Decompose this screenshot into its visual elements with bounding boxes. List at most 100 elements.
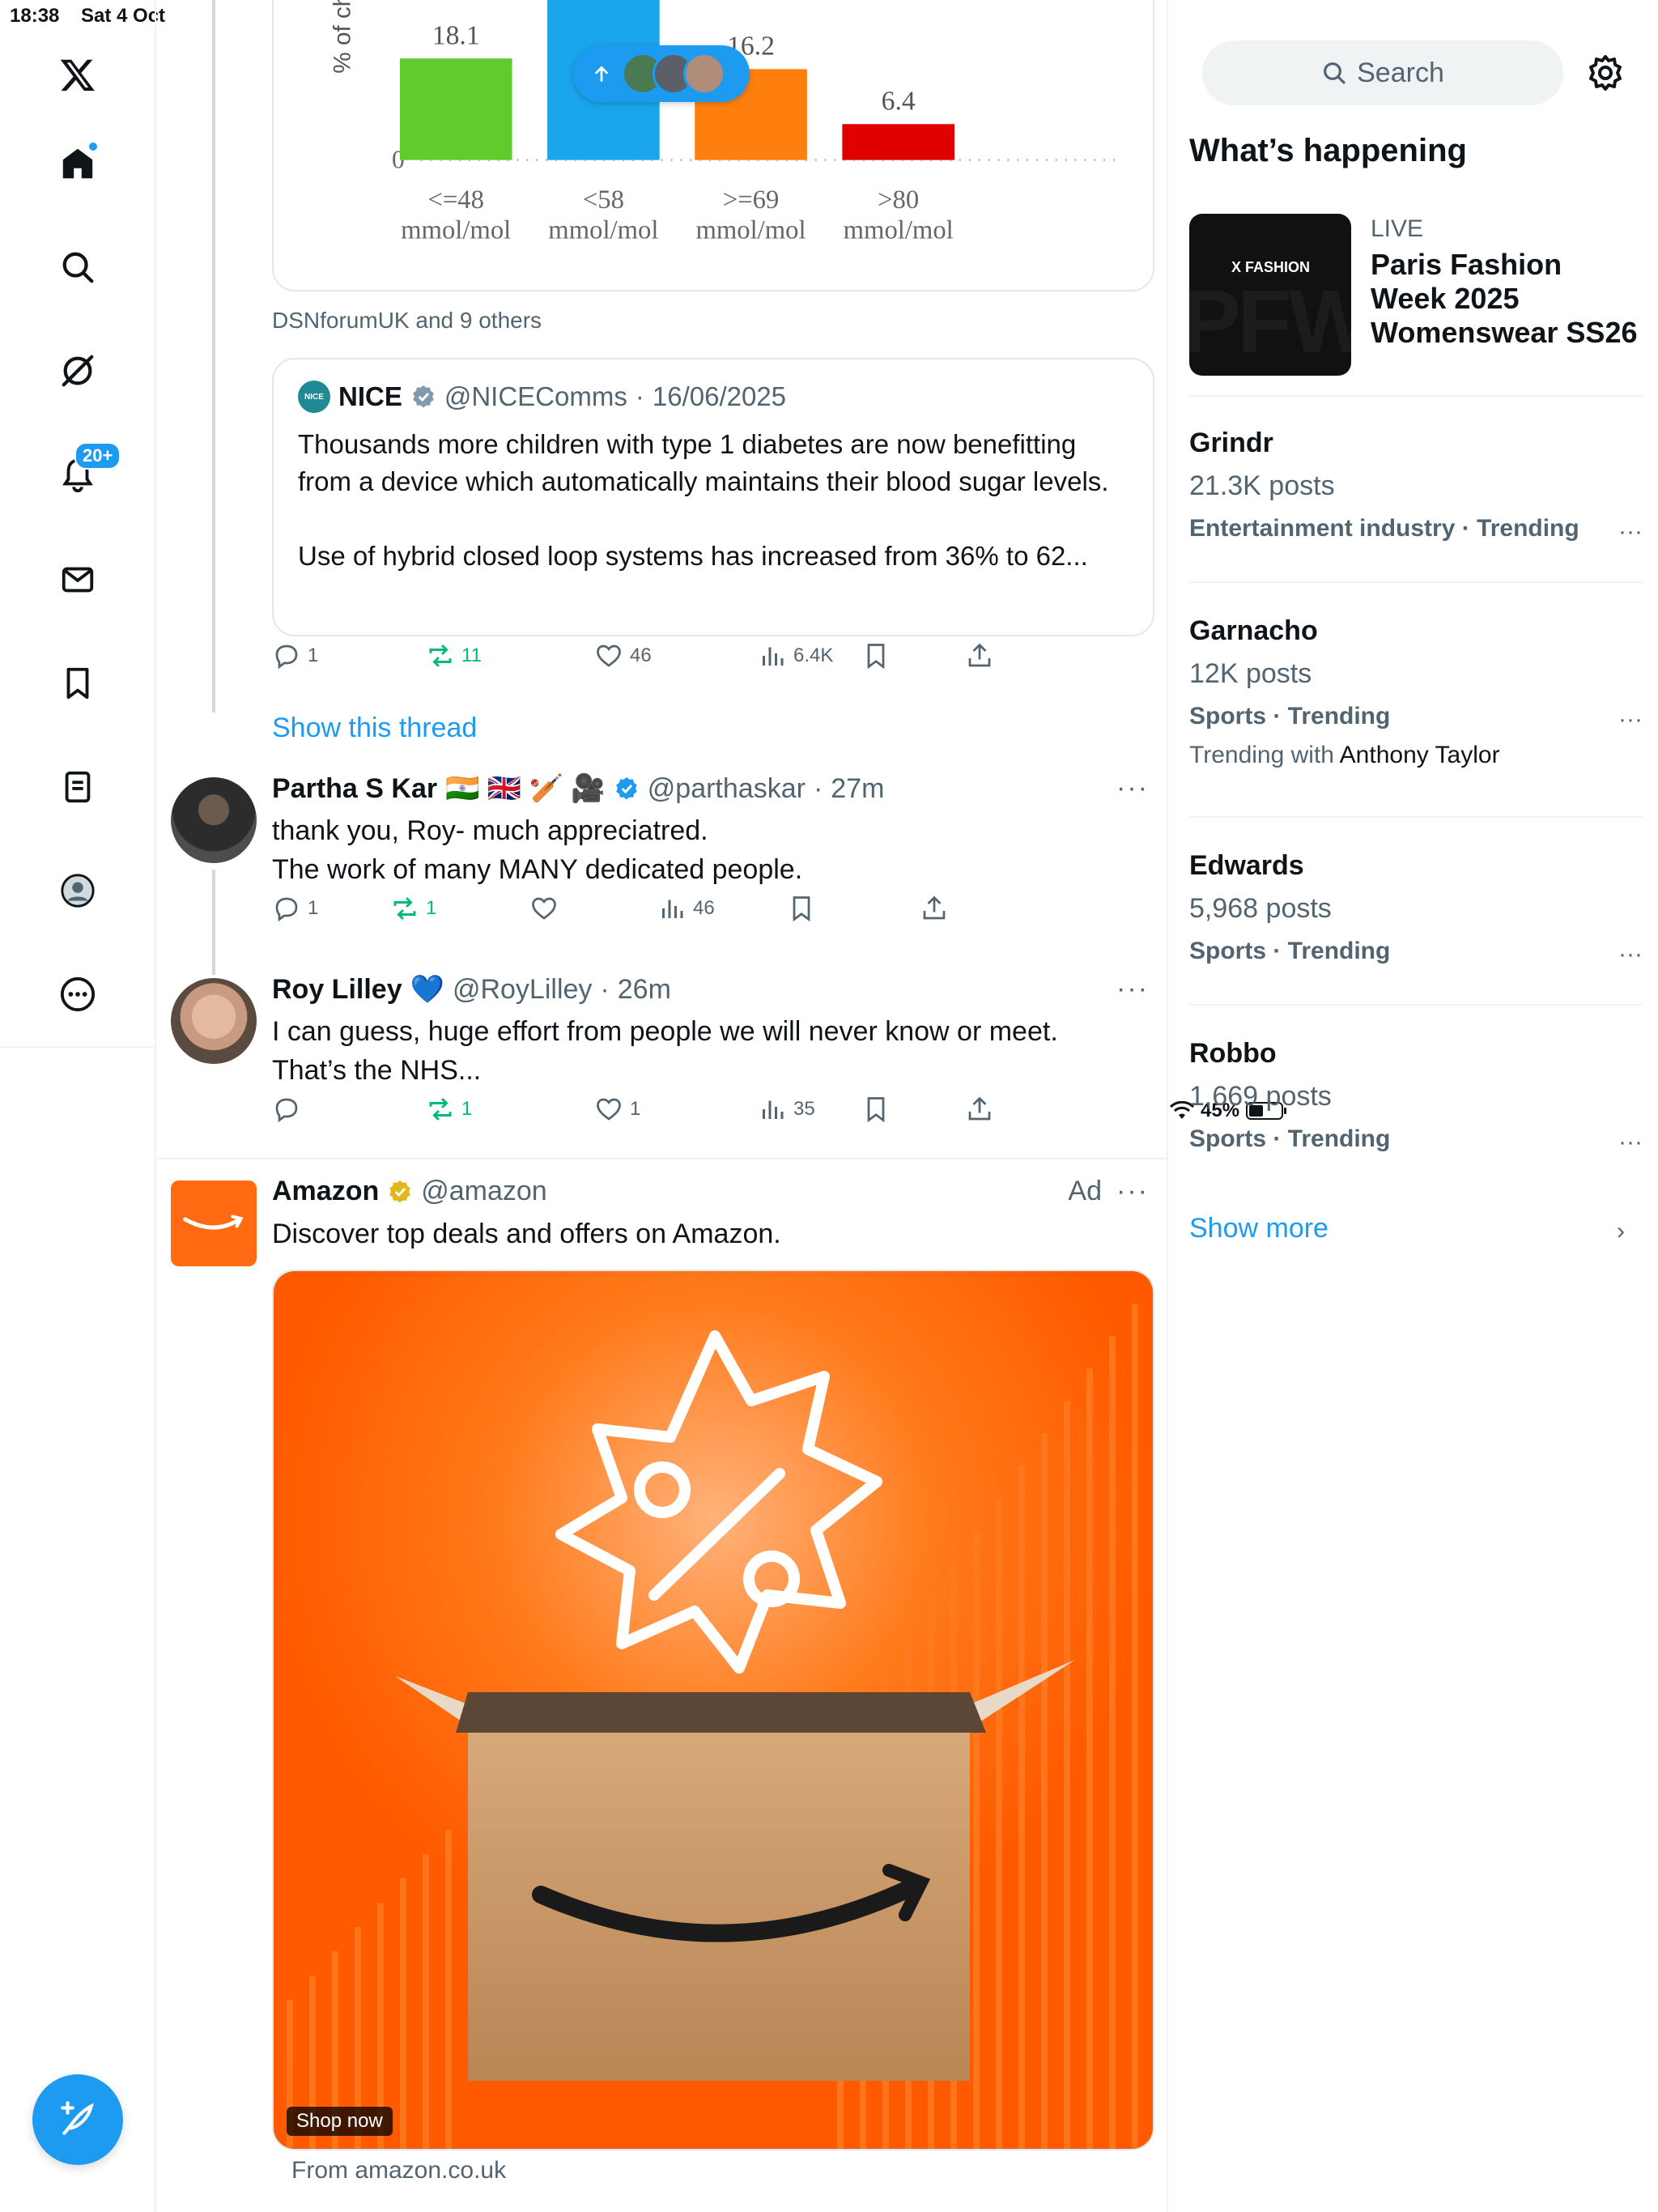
views-button[interactable]: 35: [758, 1095, 815, 1124]
reply-button[interactable]: 1: [272, 641, 318, 670]
author-handle[interactable]: @amazon: [421, 1176, 546, 1207]
shop-now-button[interactable]: Shop now: [287, 2107, 393, 2136]
tweet-actions: 1 1 35: [272, 1095, 1082, 1135]
avatar-partha[interactable]: [171, 777, 257, 863]
share-button[interactable]: [965, 641, 994, 670]
trending-with-name[interactable]: Anthony Taylor: [1340, 742, 1500, 768]
author-name[interactable]: Roy Lilley: [272, 974, 402, 1006]
repost-icon: [429, 1098, 452, 1121]
avatar-roy[interactable]: [171, 978, 257, 1064]
bookmark-icon: [66, 667, 89, 700]
trend-item[interactable]: Grindr 21.3K posts Entertainment industr…: [1189, 428, 1643, 545]
more-options-icon[interactable]: ···: [1116, 1176, 1149, 1207]
bar-3: [842, 124, 954, 160]
trend-item[interactable]: Garnacho 12K posts Sports · Trending Tre…: [1189, 615, 1643, 769]
repost-button[interactable]: 11: [426, 641, 482, 670]
ad-text: Discover top deals and offers on Amazon.: [272, 1219, 781, 1249]
trend-item[interactable]: Robbo 1,669 posts Sports · Trending ···: [1189, 1038, 1643, 1156]
ad-image[interactable]: Shop now: [272, 1270, 1154, 2150]
main-feed: % of childre 0 18.1 <=48 mmol/mol <58 mmol/mol…: [156, 0, 1168, 2212]
nav-more[interactable]: [45, 962, 110, 1027]
nav-lists[interactable]: [45, 755, 110, 819]
search-icon: [1324, 62, 1346, 84]
nav-messages[interactable]: [45, 547, 110, 612]
live-label: LIVE: [1371, 215, 1424, 242]
list-icon: [65, 771, 91, 803]
more-options-icon[interactable]: ···: [1618, 1129, 1643, 1156]
live-event-title: Paris Fashion Week 2025 Womenswear SS26: [1371, 248, 1638, 349]
bookmark-button[interactable]: [861, 1095, 891, 1124]
y-axis-label: % of childre: [329, 0, 356, 74]
tweet-text: thank you, Roy- much appreciatred. The w…: [272, 811, 802, 889]
verified-gray-icon: [413, 385, 434, 408]
bookmark-button[interactable]: [861, 641, 891, 670]
trend-divider: [1189, 1004, 1643, 1006]
repost-button[interactable]: 1: [390, 894, 436, 923]
compose-button[interactable]: [32, 2074, 123, 2165]
separator-dot: ·: [600, 973, 610, 1005]
show-more-link[interactable]: Show more: [1189, 1213, 1329, 1244]
x-tick-label-3: >80: [878, 185, 919, 215]
nav-grok[interactable]: [45, 338, 110, 403]
views-button[interactable]: 46: [657, 894, 715, 923]
like-button[interactable]: 1: [594, 1095, 640, 1124]
share-icon: [968, 1096, 991, 1121]
arrow-up-icon: [595, 66, 608, 83]
share-icon: [968, 643, 991, 667]
ad-label: Ad: [1068, 1176, 1102, 1206]
more-options-icon[interactable]: ···: [1116, 772, 1149, 804]
quoted-tweet[interactable]: NICE NICE @NICEComms · 16/06/2025 Thousa…: [272, 358, 1154, 636]
author-name[interactable]: Partha S Kar: [272, 773, 437, 805]
heart-icon: [597, 644, 621, 667]
author-name[interactable]: Amazon: [272, 1176, 379, 1207]
share-button[interactable]: [965, 1095, 994, 1124]
author-handle[interactable]: @RoyLilley: [453, 974, 592, 1006]
nav-notifications[interactable]: 20+: [45, 442, 121, 507]
tweet-time[interactable]: 27m: [831, 773, 884, 805]
more-options-icon[interactable]: ···: [1618, 941, 1643, 968]
views-button[interactable]: 6.4K: [758, 641, 833, 670]
like-button[interactable]: 46: [594, 641, 652, 670]
liked-by-text[interactable]: DSNforumUK and 9 others: [272, 308, 542, 334]
quote-text-line2: Use of hybrid closed loop systems has in…: [298, 541, 1088, 571]
new-posts-pill[interactable]: [573, 45, 750, 102]
reply-button[interactable]: [272, 1095, 308, 1124]
quote-handle: @NICEComms: [444, 381, 627, 411]
x-logo[interactable]: [45, 42, 110, 107]
more-options-icon[interactable]: ···: [1116, 973, 1149, 1005]
trend-item[interactable]: Edwards 5,968 posts Sports · Trending ··…: [1189, 850, 1643, 968]
reply-icon: [275, 1098, 298, 1123]
quote-date: 16/06/2025: [652, 381, 787, 411]
nav-home[interactable]: [45, 131, 110, 196]
bookmark-button[interactable]: [787, 894, 816, 923]
chevron-right-icon: ›: [1617, 1218, 1625, 1244]
nav-explore[interactable]: [45, 235, 110, 300]
ad-source-link[interactable]: From amazon.co.uk: [291, 2157, 506, 2184]
nav-profile[interactable]: [45, 858, 110, 923]
reply-button[interactable]: 1: [272, 894, 318, 923]
settings-gear-icon[interactable]: [1586, 53, 1625, 92]
more-options-icon[interactable]: ···: [1618, 518, 1643, 546]
show-thread-link[interactable]: Show this thread: [272, 713, 477, 744]
repost-button[interactable]: 1: [426, 1095, 472, 1124]
x-tick-label-0: mmol/mol: [401, 216, 511, 245]
quote-text: Thousands more children with type 1 diab…: [298, 426, 1129, 575]
more-options-icon[interactable]: ···: [1618, 706, 1643, 734]
reply-icon: [275, 644, 298, 670]
reply-count: 1: [308, 644, 319, 666]
trending-with-prefix: Trending with: [1189, 742, 1334, 768]
author-handle[interactable]: @parthaskar: [648, 773, 806, 805]
trend-name: Grindr: [1189, 428, 1273, 458]
like-count: 1: [630, 1098, 641, 1120]
share-button[interactable]: [920, 894, 949, 923]
repost-icon: [429, 644, 452, 667]
search-box[interactable]: Search: [1202, 40, 1563, 105]
nav-bookmarks[interactable]: [45, 651, 110, 716]
live-event-card[interactable]: PFW X FASHION LIVE Paris Fashion Week 20…: [1189, 214, 1643, 392]
amazon-smile-logo: [183, 1214, 244, 1230]
chart-image[interactable]: % of childre 0 18.1 <=48 mmol/mol <58 mmol/mol…: [272, 0, 1154, 291]
tweet-time[interactable]: 26m: [618, 974, 671, 1006]
like-button[interactable]: [529, 894, 565, 923]
profile-avatar-icon: [61, 874, 95, 908]
amazon-avatar[interactable]: [171, 1180, 257, 1266]
